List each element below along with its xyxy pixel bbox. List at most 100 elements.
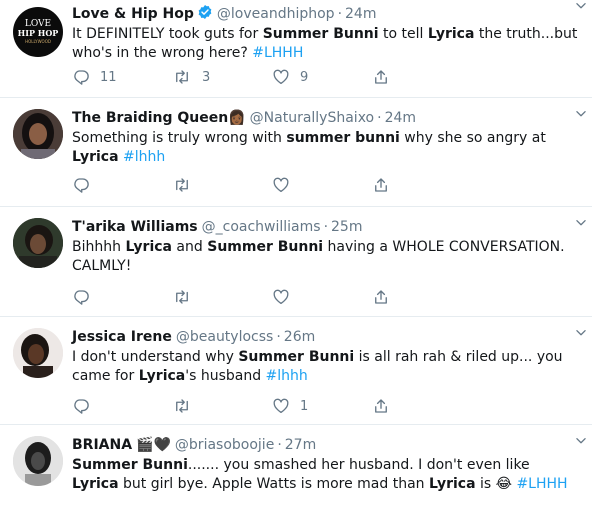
- display-name[interactable]: Love & Hip Hop: [72, 6, 194, 22]
- reply-button[interactable]: [72, 288, 172, 306]
- retweet-button[interactable]: [172, 176, 272, 194]
- display-name[interactable]: T'arika Williams: [72, 219, 198, 235]
- avatar[interactable]: [13, 436, 63, 486]
- highlighted-term: Summer Bunni: [238, 349, 355, 365]
- tweet[interactable]: LOVE HIP HOP HOLLYWOOD Love & Hip Hop @l…: [0, 0, 592, 98]
- timestamp[interactable]: 24m: [385, 110, 416, 126]
- highlighted-term: Lyrica: [72, 149, 119, 165]
- retweet-icon: [176, 70, 188, 84]
- separator-dot: ·: [377, 110, 382, 126]
- user-handle[interactable]: @NaturallyShaixo: [250, 110, 374, 126]
- tweet-feed: LOVE HIP HOP HOLLYWOOD Love & Hip Hop @l…: [0, 0, 592, 502]
- tweet-content: BRIANA 🎬🖤 @briasoboojie · 27m Summer Bun…: [72, 435, 580, 494]
- retweet-count: 3: [202, 69, 211, 85]
- tweet-text-segment: to tell: [378, 26, 428, 42]
- tweet-actions: [72, 176, 472, 194]
- retweet-icon: [176, 178, 188, 192]
- hashtag-link[interactable]: #lhhh: [266, 368, 308, 384]
- verified-badge-icon: [197, 4, 213, 24]
- share-button[interactable]: [372, 288, 472, 306]
- share-button[interactable]: [372, 397, 472, 415]
- tweet-text-segment: It DEFINITELY took guts for: [72, 26, 263, 42]
- tweet[interactable]: Jessica Irene @beautylocss · 26m I don't…: [0, 317, 592, 425]
- separator-dot: ·: [276, 329, 281, 345]
- highlighted-term: Summer Bunni: [72, 457, 188, 473]
- like-button[interactable]: 1: [272, 397, 372, 415]
- tweet-content: The Braiding Queen 👩🏾 @NaturallyShaixo ·…: [72, 108, 580, 193]
- hashtag-link[interactable]: #LHHH: [252, 45, 303, 61]
- person-photo-icon: [13, 436, 63, 486]
- share-icon: [375, 399, 387, 413]
- reply-count: 11: [100, 69, 117, 85]
- tweet-text: I don't understand why Summer Bunni is a…: [72, 348, 580, 386]
- tweet-text-segment: why she so angry at: [399, 130, 546, 146]
- display-name[interactable]: Jessica Irene: [72, 329, 172, 345]
- retweet-button[interactable]: [172, 397, 272, 415]
- person-photo-icon: [13, 328, 63, 378]
- timestamp[interactable]: 27m: [285, 437, 316, 453]
- reply-button[interactable]: [72, 176, 172, 194]
- tweet-text-segment: and: [171, 239, 208, 255]
- hashtag-link[interactable]: #lhhh: [123, 149, 165, 165]
- tweet-text: Something is truly wrong with summer bun…: [72, 129, 580, 167]
- user-handle[interactable]: @briasoboojie: [175, 437, 274, 453]
- retweet-button[interactable]: 3: [172, 68, 272, 86]
- reply-icon: [74, 399, 89, 414]
- share-button[interactable]: [372, 68, 472, 86]
- like-button[interactable]: [272, 288, 372, 306]
- tweet-content: T'arika Williams @_coachwilliams · 25m B…: [72, 217, 580, 305]
- avatar[interactable]: [13, 109, 63, 159]
- tweet[interactable]: T'arika Williams @_coachwilliams · 25m B…: [0, 207, 592, 317]
- highlighted-term: Lyrica: [428, 476, 476, 492]
- chevron-down-icon[interactable]: [574, 433, 588, 452]
- display-name[interactable]: The Braiding Queen: [72, 110, 228, 126]
- timestamp[interactable]: 26m: [284, 329, 315, 345]
- tweet-text-segment: I don't understand why: [72, 349, 239, 365]
- avatar[interactable]: [13, 328, 63, 378]
- retweet-button[interactable]: [172, 288, 272, 306]
- timestamp[interactable]: 25m: [331, 219, 362, 235]
- hashtag-link[interactable]: #LHHH: [516, 476, 567, 492]
- highlighted-term: summer bunni: [286, 130, 400, 146]
- tweet-text: Bihhhh Lyrica and Summer Bunni having a …: [72, 238, 580, 276]
- share-icon: [375, 290, 387, 304]
- share-button[interactable]: [372, 176, 472, 194]
- like-count: 9: [300, 69, 309, 85]
- tweet-content: Love & Hip Hop @loveandhiphop · 24m It D…: [72, 4, 580, 85]
- chevron-down-icon[interactable]: [574, 215, 588, 234]
- like-count: 1: [300, 398, 309, 414]
- heart-icon: [273, 69, 289, 85]
- share-icon: [375, 178, 387, 192]
- reply-button[interactable]: [72, 397, 172, 415]
- tweet-header: BRIANA 🎬🖤 @briasoboojie · 27m: [72, 435, 580, 455]
- heart-icon: [273, 289, 289, 305]
- person-photo-icon: [13, 109, 63, 159]
- like-button[interactable]: [272, 176, 372, 194]
- display-name[interactable]: BRIANA: [72, 437, 132, 453]
- highlighted-term: Lyrica: [72, 476, 119, 492]
- tweet-header: Love & Hip Hop @loveandhiphop · 24m: [72, 4, 580, 24]
- chevron-down-icon[interactable]: [574, 0, 588, 17]
- like-button[interactable]: 9: [272, 68, 372, 86]
- reply-icon: [74, 290, 89, 305]
- user-handle[interactable]: @loveandhiphop: [217, 6, 335, 22]
- user-handle[interactable]: @_coachwilliams: [202, 219, 321, 235]
- chevron-down-icon[interactable]: [574, 106, 588, 125]
- avatar[interactable]: [13, 218, 63, 268]
- person-photo-icon: [13, 218, 63, 268]
- tweet-text-segment: ....... you smashed her husband. I don't…: [187, 457, 530, 473]
- tweet[interactable]: The Braiding Queen 👩🏾 @NaturallyShaixo ·…: [0, 98, 592, 207]
- heart-icon: [273, 177, 289, 193]
- highlighted-term: Summer Bunni: [207, 239, 324, 255]
- reply-button[interactable]: 11: [72, 68, 172, 86]
- tweet-header: Jessica Irene @beautylocss · 26m: [72, 327, 580, 347]
- tweet-text-segment: Something is truly wrong with: [72, 130, 287, 146]
- avatar[interactable]: LOVE HIP HOP HOLLYWOOD: [13, 7, 63, 57]
- timestamp[interactable]: 24m: [345, 6, 376, 22]
- chevron-down-icon[interactable]: [574, 325, 588, 344]
- tweet-actions: 11 3 9: [72, 68, 472, 86]
- tweet-text: It DEFINITELY took guts for Summer Bunni…: [72, 25, 580, 63]
- user-handle[interactable]: @beautylocss: [176, 329, 273, 345]
- highlighted-term: Lyrica: [427, 26, 475, 42]
- tweet-header: T'arika Williams @_coachwilliams · 25m: [72, 217, 580, 237]
